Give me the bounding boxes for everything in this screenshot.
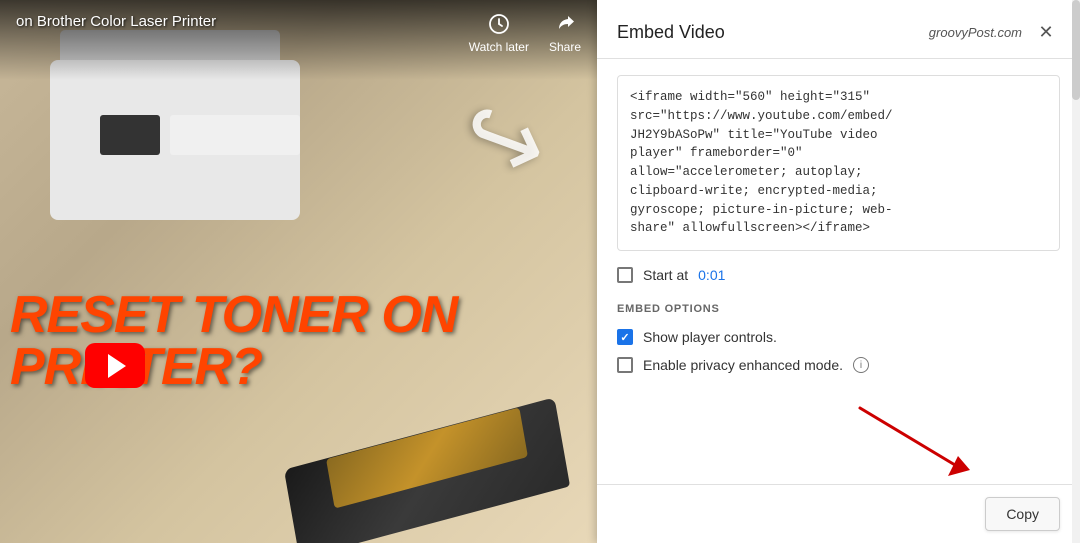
share-label: Share: [549, 40, 581, 54]
printer-panel: [170, 115, 300, 155]
panel-scrollbar[interactable]: [1072, 0, 1080, 543]
embed-footer: Copy: [597, 484, 1080, 543]
watch-later-label: Watch later: [469, 40, 529, 54]
clock-icon: [487, 12, 511, 36]
scrollbar-thumb: [1072, 0, 1080, 100]
play-triangle-icon: [108, 354, 126, 378]
show-controls-label: Show player controls.: [643, 329, 777, 345]
embed-code-box[interactable]: <iframe width="560" height="315" src="ht…: [617, 75, 1060, 251]
watch-later-button[interactable]: Watch later: [469, 12, 529, 54]
video-controls: Watch later Share: [469, 12, 581, 54]
start-at-checkbox[interactable]: [617, 267, 633, 283]
video-top-bar: on Brother Color Laser Printer Watch lat…: [0, 0, 597, 80]
start-at-label: Start at: [643, 267, 688, 283]
embed-panel-title: Embed Video: [617, 22, 725, 43]
embed-options-heading: EMBED OPTIONS: [617, 303, 1060, 315]
start-at-row: Start at 0:01: [617, 267, 1060, 283]
share-button[interactable]: Share: [549, 12, 581, 54]
printer-display: [100, 115, 160, 155]
close-button[interactable]: ✕: [1032, 18, 1060, 46]
overlay-line1: RESET TONER ON: [10, 289, 587, 341]
copy-button[interactable]: Copy: [985, 497, 1060, 531]
privacy-mode-checkbox[interactable]: [617, 357, 633, 373]
share-icon: [553, 12, 577, 36]
printer-body: [50, 60, 300, 220]
video-title: on Brother Color Laser Printer: [16, 12, 216, 32]
privacy-mode-row: Enable privacy enhanced mode. i: [617, 357, 1060, 373]
embed-header: Embed Video groovyPost.com ✕: [597, 0, 1080, 59]
show-controls-row: Show player controls.: [617, 329, 1060, 345]
video-panel: on Brother Color Laser Printer Watch lat…: [0, 0, 597, 543]
info-icon[interactable]: i: [853, 357, 869, 373]
groovypost-logo: groovyPost.com: [929, 25, 1022, 40]
privacy-mode-label: Enable privacy enhanced mode.: [643, 357, 843, 373]
show-controls-checkbox[interactable]: [617, 329, 633, 345]
youtube-play-button[interactable]: [85, 343, 145, 388]
embed-panel: Embed Video groovyPost.com ✕ <iframe wid…: [597, 0, 1080, 543]
embed-content[interactable]: <iframe width="560" height="315" src="ht…: [597, 59, 1080, 484]
start-at-time: 0:01: [698, 267, 725, 283]
